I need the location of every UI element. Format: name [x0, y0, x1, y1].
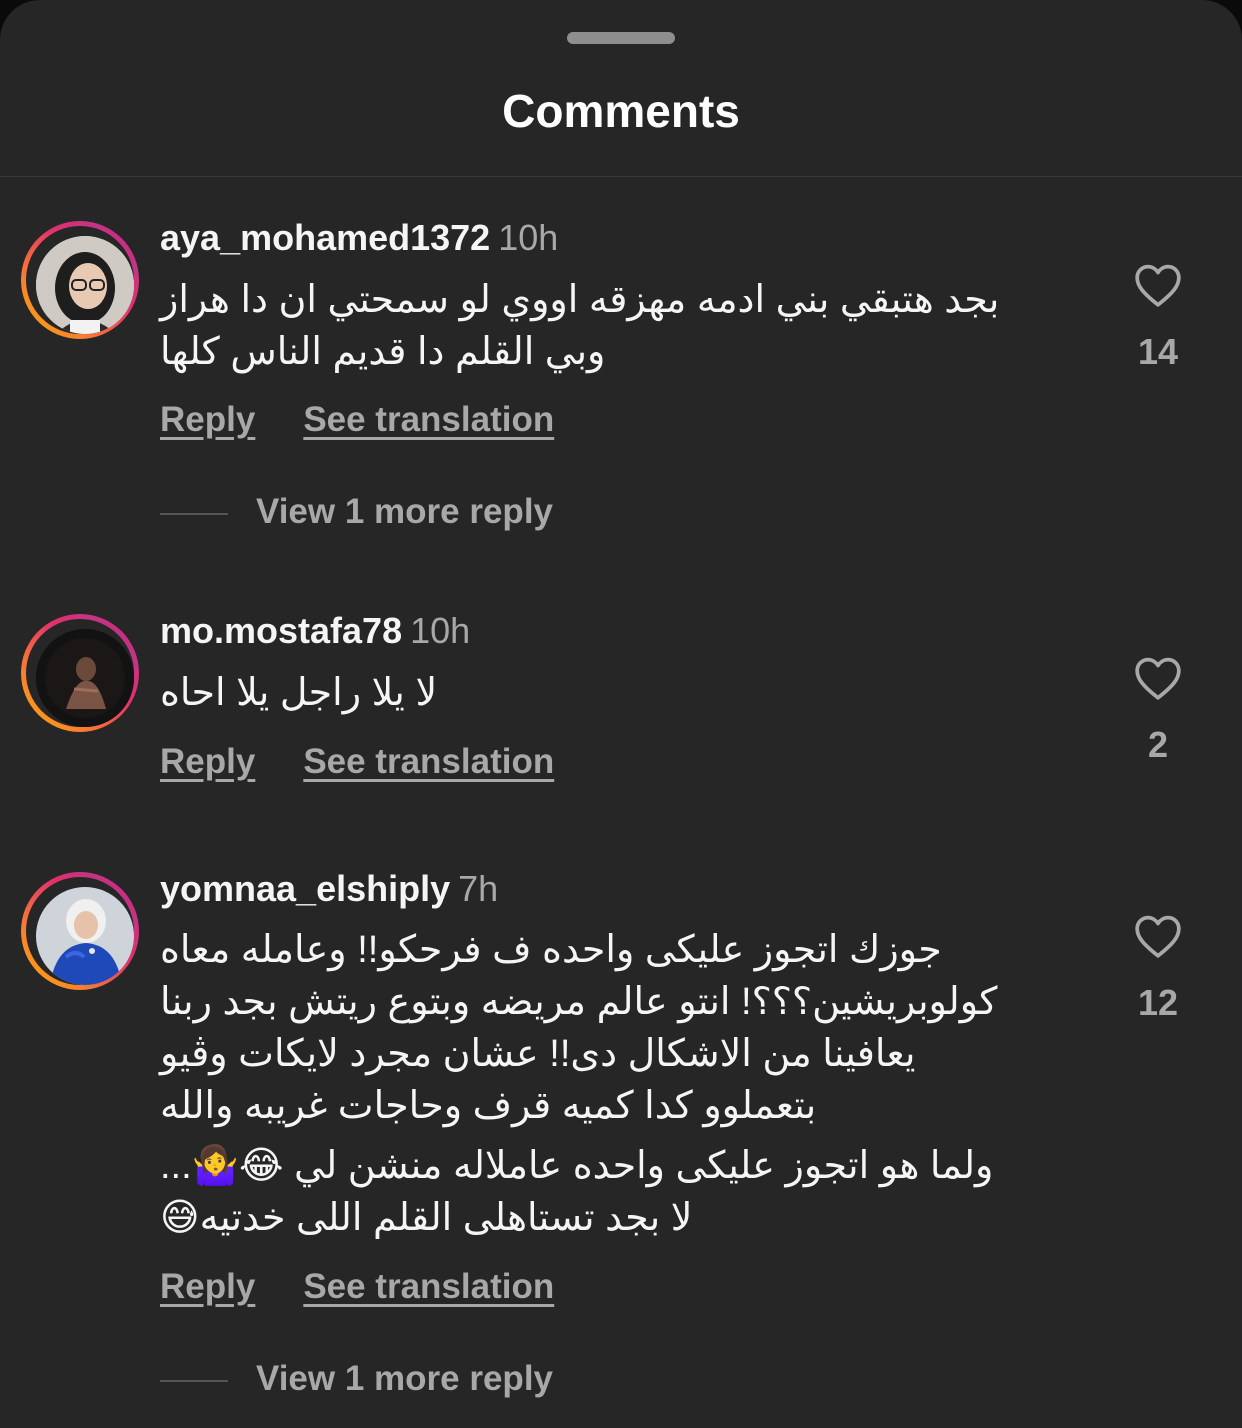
avatar-image — [36, 236, 134, 334]
reply-thread-line — [160, 512, 228, 515]
like-count: 14 — [1137, 331, 1179, 372]
sheet-title: Comments — [502, 85, 740, 137]
see-translation-button[interactable]: See translation — [303, 1267, 554, 1306]
comment-line: ولما هو اتجوز عليكى واحده عاملاله منشن ل… — [160, 1145, 994, 1187]
view-more-replies-button[interactable]: View 1 more reply — [160, 1357, 553, 1401]
avatar[interactable] — [21, 872, 139, 990]
comment-line: وبي القلم دا قديم الناس كلها — [160, 331, 606, 373]
see-translation-button[interactable]: See translation — [303, 742, 554, 781]
header-divider — [0, 176, 1242, 177]
comment-line: كولوبريشين؟؟؟! انتو عالم مريضه وبتوع ريت… — [160, 981, 998, 1023]
heart-icon[interactable] — [1133, 913, 1183, 959]
comment-timestamp: 10h — [498, 217, 559, 258]
comment-text: بجد هتبقي بني ادمه مهزقه اووي لو سمحتي ا… — [160, 274, 1060, 378]
comment-line: لا يلا راجل يلا احاه — [160, 672, 438, 714]
comments-sheet: Comments aya_mohamed1372 10h بجد هتبقي ب… — [0, 0, 1242, 1428]
avatar-image — [36, 629, 134, 727]
comment-line: بجد هتبقي بني ادمه مهزقه اووي لو سمحتي ا… — [160, 279, 1000, 321]
heart-icon[interactable] — [1133, 655, 1183, 701]
comment-text: جوزك اتجوز عليكى واحده ف فرحكو!! وعامله … — [160, 924, 1060, 1132]
view-more-replies-label: View 1 more reply — [256, 1359, 554, 1398]
comment-line: بتعملوو كدا كميه قرف وحاجات غريبه والله — [160, 1085, 817, 1127]
comment-username[interactable]: yomnaa_elshiply — [160, 868, 450, 909]
like-count: 12 — [1137, 982, 1179, 1023]
drag-handle[interactable] — [567, 32, 675, 44]
comment-line: جوزك اتجوز عليكى واحده ف فرحكو!! وعامله … — [160, 929, 942, 971]
reply-button[interactable]: Reply — [160, 742, 255, 781]
see-translation-button[interactable]: See translation — [303, 400, 554, 439]
view-more-replies-label: View 1 more reply — [256, 492, 554, 531]
reply-button[interactable]: Reply — [160, 1267, 255, 1306]
comment-line: لا بجد تستاهلى القلم اللى خدتيه😅 — [160, 1197, 693, 1239]
comment-line: يعافينا من الاشكال دى!! عشان مجرد لايكات… — [160, 1033, 916, 1075]
comment-text: لا يلا راجل يلا احاه — [160, 667, 1060, 719]
comment-text-continued: ولما هو اتجوز عليكى واحده عاملاله منشن ل… — [160, 1140, 1060, 1244]
avatar[interactable] — [21, 614, 139, 732]
comment-timestamp: 7h — [458, 868, 499, 909]
reply-button[interactable]: Reply — [160, 400, 255, 439]
avatar[interactable] — [21, 221, 139, 339]
heart-icon[interactable] — [1133, 262, 1183, 308]
view-more-replies-button[interactable]: View 1 more reply — [160, 490, 553, 534]
like-count: 2 — [1147, 724, 1169, 765]
comment-username[interactable]: aya_mohamed1372 — [160, 217, 490, 258]
reply-thread-line — [160, 1379, 228, 1382]
comment-timestamp: 10h — [410, 610, 471, 651]
avatar-image — [36, 887, 134, 985]
comment-username[interactable]: mo.mostafa78 — [160, 610, 402, 651]
